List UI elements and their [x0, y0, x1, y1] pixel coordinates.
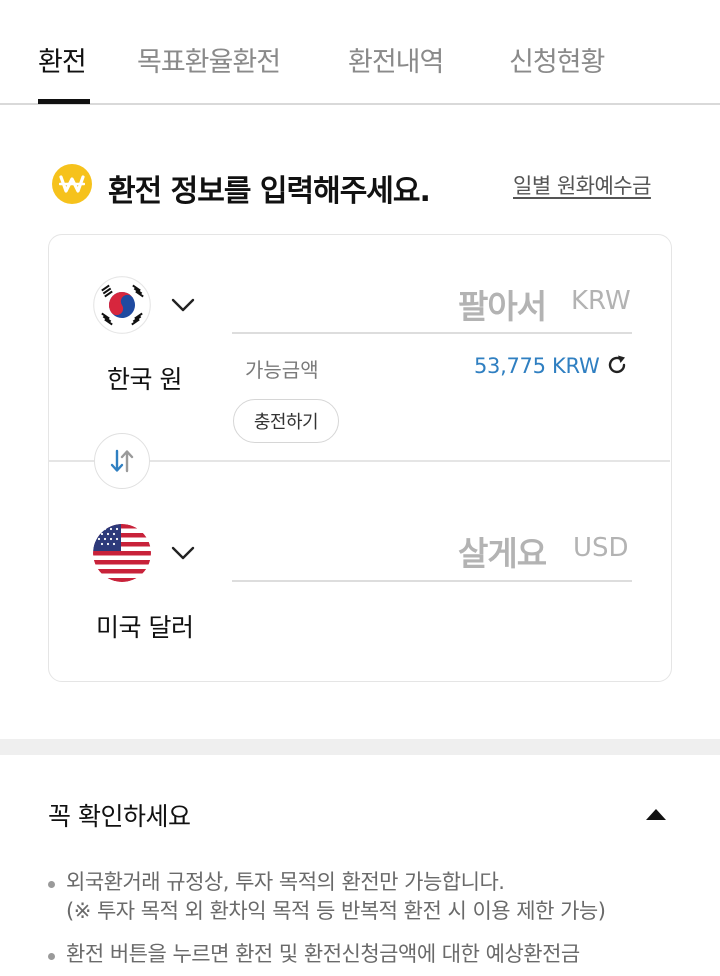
sell-currency-unit: KRW	[571, 286, 631, 316]
notice-item-text: (※ 투자 목적 외 환차익 목적 등 반복적 환전 시 이용 제한 가능)	[66, 899, 606, 923]
tab-application-status[interactable]: 신청현황	[509, 40, 605, 79]
charge-button[interactable]: 충전하기	[233, 399, 339, 443]
sell-amount-input-underline	[232, 332, 632, 334]
buy-currency-chevron-down-icon[interactable]	[170, 545, 196, 561]
collapse-triangle-icon[interactable]	[644, 806, 668, 822]
bullet-icon	[48, 881, 55, 888]
section-separator	[0, 739, 720, 755]
tab-exchange[interactable]: 환전	[38, 40, 87, 79]
buy-amount-input-underline	[232, 580, 632, 582]
korea-flag-icon	[93, 276, 151, 334]
tab-target-rate-exchange[interactable]: 목표환율환전	[137, 40, 281, 79]
notice-item: 환전 버튼을 누르면 환전 및 환전신청금액에 대한 예상환전금	[48, 940, 688, 969]
refresh-icon[interactable]	[605, 353, 629, 377]
available-amount-value: 53,775 KRW	[474, 354, 600, 378]
notice-item: 외국환거래 규정상, 투자 목적의 환전만 가능합니다. (※ 투자 목적 외 …	[48, 868, 688, 926]
notice-item-text: 환전 버튼을 누르면 환전 및 환전신청금액에 대한 예상환전금	[66, 942, 580, 966]
tab-bar: 환전 목표환율환전 환전내역 신청현황	[0, 0, 720, 105]
swap-currency-button[interactable]	[94, 433, 150, 489]
tab-exchange-history[interactable]: 환전내역	[348, 40, 444, 79]
bullet-icon	[48, 953, 55, 960]
won-coin-icon	[52, 164, 92, 204]
notice-title[interactable]: 꼭 확인하세요	[48, 797, 191, 833]
exchange-card: 한국 원 팔아서 KRW 가능금액 53,775 KRW 충전하기 미국 달러 …	[48, 234, 672, 682]
sell-currency-chevron-down-icon[interactable]	[170, 297, 196, 313]
page-title: 환전 정보를 입력해주세요.	[108, 174, 431, 209]
sell-currency-name[interactable]: 한국 원	[107, 360, 182, 396]
active-tab-indicator	[38, 99, 90, 104]
available-amount-label: 가능금액	[245, 358, 319, 382]
buy-amount-placeholder[interactable]: 살게요	[458, 527, 547, 575]
sell-amount-placeholder[interactable]: 팔아서	[458, 280, 547, 328]
swap-arrows-icon	[110, 449, 134, 473]
buy-currency-name[interactable]: 미국 달러	[96, 608, 194, 644]
usa-flag-icon	[93, 524, 151, 582]
notice-list: 외국환거래 규정상, 투자 목적의 환전만 가능합니다. (※ 투자 목적 외 …	[48, 868, 688, 976]
notice-item-text: 외국환거래 규정상, 투자 목적의 환전만 가능합니다.	[66, 870, 505, 894]
daily-won-deposit-link[interactable]: 일별 원화예수금	[513, 170, 651, 200]
buy-currency-unit: USD	[573, 533, 629, 563]
